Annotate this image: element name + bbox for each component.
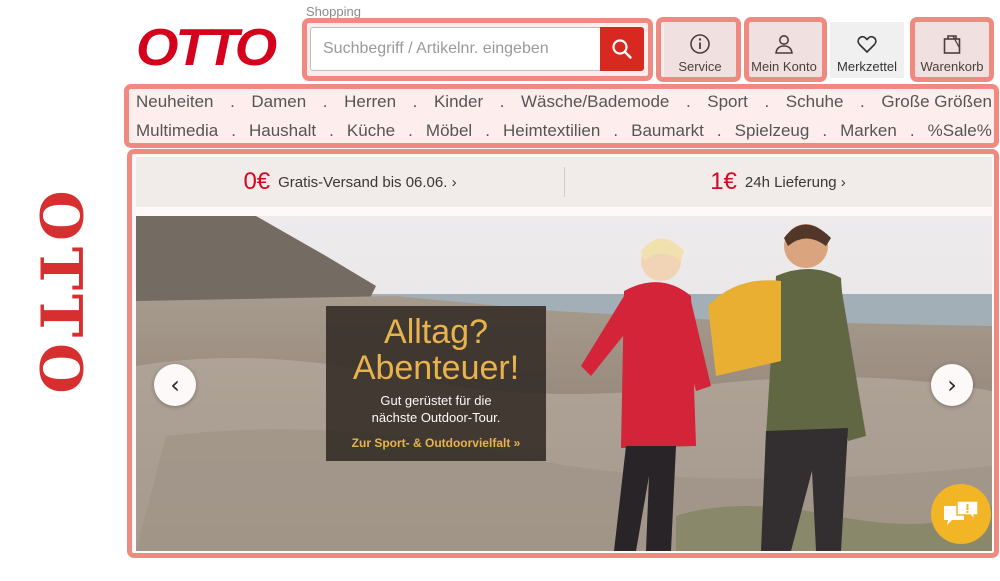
search-input[interactable]: Suchbegriff / Artikelnr. eingeben xyxy=(310,27,601,71)
nav-separator: . xyxy=(412,92,418,111)
otto-logo[interactable]: OTTO xyxy=(136,22,278,74)
nav-item-grosse-groessen[interactable]: Große Größen xyxy=(881,92,992,112)
nav-separator: . xyxy=(860,92,865,111)
nav-item-neuheiten[interactable]: Neuheiten xyxy=(136,92,214,112)
service-highlight xyxy=(656,17,741,82)
nav-row-1: Neuheiten . Damen . Herren . Kinder . Wä… xyxy=(136,92,992,112)
cart-highlight xyxy=(910,17,994,82)
nav-item-sport[interactable]: Sport xyxy=(707,92,748,112)
nav-item-heimtextilien[interactable]: Heimtextilien xyxy=(503,121,600,141)
nav-item-damen[interactable]: Damen xyxy=(251,92,306,112)
nav-separator: . xyxy=(408,121,413,140)
side-annotation: OTTO xyxy=(22,182,100,407)
nav-item-kinder[interactable]: Kinder xyxy=(434,92,483,112)
chat-icon xyxy=(944,500,979,525)
nav-separator: . xyxy=(685,92,691,111)
nav-item-waesche[interactable]: Wäsche/Bademode xyxy=(521,92,669,112)
nav-row-2: Multimedia . Haushalt . Küche . Möbel . … xyxy=(136,121,992,141)
nav-separator: . xyxy=(499,92,505,111)
nav-item-schuhe[interactable]: Schuhe xyxy=(786,92,844,112)
wishlist-label: Merkzettel xyxy=(837,59,897,74)
side-annotation-text: OTTO xyxy=(27,189,95,400)
nav-item-moebel[interactable]: Möbel xyxy=(426,121,472,141)
nav-item-herren[interactable]: Herren xyxy=(344,92,396,112)
nav-separator: . xyxy=(322,92,328,111)
nav-separator: . xyxy=(485,121,490,140)
account-highlight xyxy=(744,17,827,82)
nav-separator: . xyxy=(613,121,619,140)
nav-separator: . xyxy=(329,121,334,140)
nav-item-haushalt[interactable]: Haushalt xyxy=(249,121,316,141)
search-button[interactable] xyxy=(600,27,644,71)
wishlist-button[interactable]: Merkzettel xyxy=(830,22,904,78)
nav-item-sale[interactable]: %Sale% xyxy=(928,121,992,141)
nav-separator: . xyxy=(716,121,722,140)
search-placeholder: Suchbegriff / Artikelnr. eingeben xyxy=(323,40,549,57)
nav-item-marken[interactable]: Marken xyxy=(840,121,897,141)
content-highlight xyxy=(127,149,999,558)
chat-button[interactable] xyxy=(931,484,991,544)
nav-item-kueche[interactable]: Küche xyxy=(347,121,395,141)
nav-separator: . xyxy=(764,92,770,111)
section-label: Shopping xyxy=(306,4,361,19)
nav-separator: . xyxy=(909,121,915,140)
nav-item-baumarkt[interactable]: Baumarkt xyxy=(631,121,704,141)
nav-item-multimedia[interactable]: Multimedia xyxy=(136,121,218,141)
nav-item-spielzeug[interactable]: Spielzeug xyxy=(735,121,810,141)
heart-icon xyxy=(857,35,877,53)
nav-separator: . xyxy=(231,121,236,140)
nav-separator: . xyxy=(230,92,235,111)
search-icon xyxy=(612,39,632,59)
nav-separator: . xyxy=(822,121,828,140)
